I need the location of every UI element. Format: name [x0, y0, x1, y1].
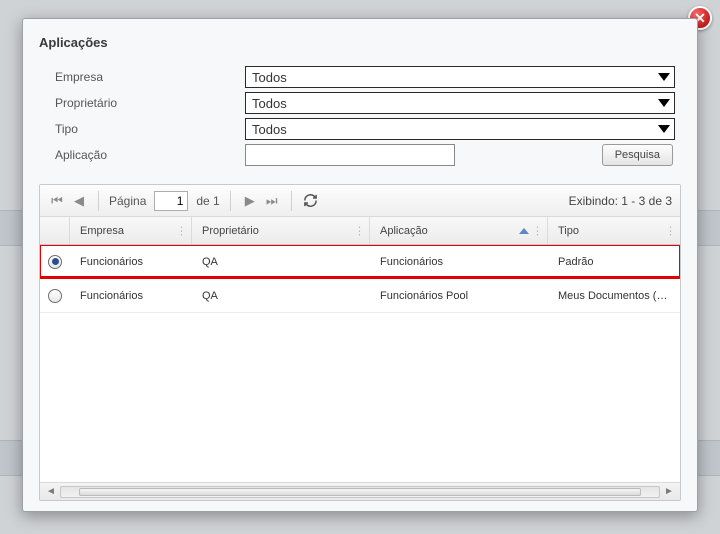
refresh-icon	[303, 193, 318, 208]
column-header-tipo[interactable]: Tipo ⋮	[548, 217, 680, 244]
sort-handle-icon: ⋮	[532, 224, 543, 237]
pager-page-suffix: de 1	[196, 194, 219, 208]
aplicacoes-dialog: Aplicações Empresa Todos Proprietário To…	[22, 18, 698, 512]
pager-last-button[interactable]: ⏭	[263, 192, 281, 210]
tipo-select[interactable]: Todos	[245, 118, 675, 140]
proprietario-select-value: Todos	[252, 96, 287, 111]
form-row-empresa: Empresa Todos	[55, 64, 675, 90]
sort-handle-icon: ⋮	[176, 224, 187, 237]
sort-handle-icon: ⋮	[665, 224, 676, 237]
column-header-empresa-label: Empresa	[80, 225, 124, 237]
empresa-select[interactable]: Todos	[245, 66, 675, 88]
page-background: ✕ Aplicações Empresa Todos Proprietário …	[0, 0, 720, 534]
cell-tipo: Meus Documentos (Pool)	[548, 290, 680, 302]
scroll-track[interactable]	[60, 486, 660, 498]
filter-form: Empresa Todos Proprietário Todos	[39, 64, 681, 178]
separator	[291, 191, 292, 211]
last-page-icon: ⏭	[266, 193, 278, 209]
pager-status: Exibindo: 1 - 3 de 3	[569, 194, 672, 208]
column-header-aplicacao[interactable]: Aplicação ⋮	[370, 217, 548, 244]
results-grid: ⏮ ◀ Página de 1 ▶ ⏭	[39, 184, 681, 501]
empresa-label: Empresa	[55, 70, 245, 84]
cell-proprietario: QA	[192, 290, 370, 302]
column-header-proprietario-label: Proprietário	[202, 225, 259, 237]
cell-empresa: Funcionários	[70, 290, 192, 302]
tipo-select-value: Todos	[252, 122, 287, 137]
cell-proprietario: QA	[192, 256, 370, 268]
tipo-label: Tipo	[55, 122, 245, 136]
aplicacao-label: Aplicação	[55, 148, 245, 162]
column-header-empresa[interactable]: Empresa ⋮	[70, 217, 192, 244]
table-row[interactable]: FuncionáriosQAFuncionáriosPadrão	[40, 245, 680, 279]
next-page-icon: ▶	[245, 193, 255, 209]
chevron-left-icon: ◄	[46, 486, 56, 497]
pesquisa-button-label: Pesquisa	[615, 149, 660, 161]
chevron-right-icon: ►	[664, 486, 674, 497]
first-page-icon: ⏮	[51, 193, 63, 209]
chevron-down-icon	[658, 73, 670, 81]
form-row-proprietario: Proprietário Todos	[55, 90, 675, 116]
pager-prev-button[interactable]: ◀	[70, 192, 88, 210]
pager-first-button[interactable]: ⏮	[48, 192, 66, 210]
cell-empresa: Funcionários	[70, 256, 192, 268]
form-row-aplicacao: Aplicação Pesquisa	[55, 142, 675, 168]
cell-aplicacao: Funcionários	[370, 256, 548, 268]
proprietario-label: Proprietário	[55, 96, 245, 110]
separator	[230, 191, 231, 211]
form-row-tipo: Tipo Todos	[55, 116, 675, 142]
column-header-aplicacao-label: Aplicação	[380, 225, 428, 237]
cell-aplicacao: Funcionários Pool	[370, 290, 548, 302]
chevron-down-icon	[658, 125, 670, 133]
pager-page-prefix: Página	[109, 194, 146, 208]
pager-page-input[interactable]	[154, 191, 188, 211]
pager-next-button[interactable]: ▶	[241, 192, 259, 210]
pager-toolbar: ⏮ ◀ Página de 1 ▶ ⏭	[40, 185, 680, 217]
column-header-tipo-label: Tipo	[558, 225, 579, 237]
prev-page-icon: ◀	[74, 193, 84, 209]
grid-horizontal-scrollbar: ◄ ►	[40, 482, 680, 500]
pesquisa-button[interactable]: Pesquisa	[602, 144, 673, 166]
row-radio[interactable]	[48, 289, 62, 303]
sort-asc-icon	[519, 228, 529, 234]
scroll-right-button[interactable]: ►	[662, 486, 676, 498]
column-header-select[interactable]	[40, 217, 70, 244]
table-row[interactable]: FuncionáriosQAFuncionários PoolMeus Docu…	[40, 279, 680, 313]
proprietario-select[interactable]: Todos	[245, 92, 675, 114]
rows-container: FuncionáriosQAFuncionáriosPadrãoFuncioná…	[40, 245, 680, 482]
separator	[98, 191, 99, 211]
sort-handle-icon: ⋮	[354, 224, 365, 237]
column-header-proprietario[interactable]: Proprietário ⋮	[192, 217, 370, 244]
aplicacao-input[interactable]	[245, 144, 455, 166]
column-headers: Empresa ⋮ Proprietário ⋮ Aplicação ⋮ Tip…	[40, 217, 680, 245]
pager-refresh-button[interactable]	[302, 192, 320, 210]
row-radio[interactable]	[48, 255, 62, 269]
scroll-thumb[interactable]	[79, 488, 641, 496]
scroll-left-button[interactable]: ◄	[44, 486, 58, 498]
cell-tipo: Padrão	[548, 256, 680, 268]
empresa-select-value: Todos	[252, 70, 287, 85]
chevron-down-icon	[658, 99, 670, 107]
dialog-title: Aplicações	[39, 35, 681, 50]
